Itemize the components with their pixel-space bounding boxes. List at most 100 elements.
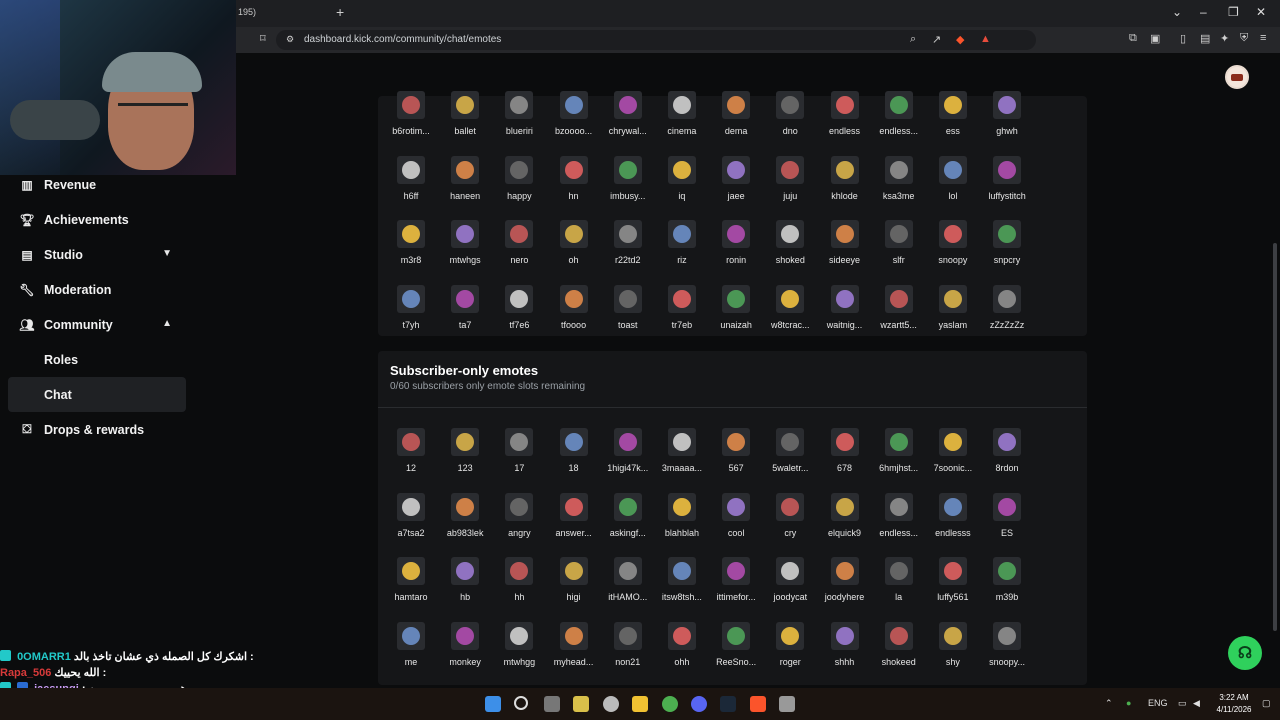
support-chat-button[interactable]: ☊ [1228,636,1262,670]
emote-image[interactable] [938,220,967,248]
emote-item[interactable]: dno [763,84,817,149]
emote-image[interactable] [776,284,805,313]
discord-icon[interactable] [691,696,707,712]
emote-item[interactable]: 12 [384,421,438,486]
emote-image[interactable] [505,155,534,184]
emote-item[interactable]: blueriri [492,84,546,149]
emote-image[interactable] [451,155,480,184]
search-icon[interactable] [514,696,528,710]
emote-image[interactable] [559,621,588,650]
emote-item[interactable]: answer... [547,486,601,551]
emote-image[interactable] [830,428,859,456]
emote-image[interactable] [993,284,1022,313]
emote-item[interactable]: mtwhgg [492,615,546,680]
emote-item[interactable]: w8tcrac... [763,278,817,343]
emote-item[interactable]: snpcry [980,213,1034,278]
emote-item[interactable]: endlesss [926,486,980,551]
emote-item[interactable]: angry [492,486,546,551]
emote-image[interactable] [505,91,534,119]
emote-image[interactable] [667,492,696,521]
tab-list-chevron-icon[interactable]: ⌄ [1172,5,1182,19]
sidebar-item-roles[interactable]: Roles [8,342,186,377]
emote-item[interactable]: happy [492,149,546,214]
emote-image[interactable] [993,91,1022,119]
emote-image[interactable] [451,621,480,650]
emote-image[interactable] [451,284,480,313]
emote-image[interactable] [613,492,642,521]
mic-icon[interactable]: ● [1126,698,1131,708]
emote-item[interactable]: sideeye [818,213,872,278]
emote-item[interactable]: toast [601,278,655,343]
language-indicator[interactable]: ENG [1148,698,1168,708]
zoom-icon[interactable]: ⌕ [910,33,916,46]
emote-item[interactable]: la [872,550,926,615]
emote-image[interactable] [938,492,967,521]
sidebar-item-revenue[interactable]: ▥ Revenue [8,167,186,202]
emote-image[interactable] [505,621,534,650]
emote-item[interactable]: ab983lek [438,486,492,551]
emote-image[interactable] [884,220,913,248]
tray-chevron-icon[interactable]: ⌃ [1105,698,1113,709]
emote-image[interactable] [667,91,696,119]
emote-image[interactable] [993,621,1022,650]
emote-item[interactable]: hh [492,550,546,615]
emote-image[interactable] [613,428,642,456]
emote-item[interactable]: 17 [492,421,546,486]
emote-image[interactable] [776,557,805,585]
emote-image[interactable] [397,91,425,119]
emote-image[interactable] [559,220,588,248]
emote-image[interactable] [559,155,588,184]
emote-item[interactable]: 123 [438,421,492,486]
emote-image[interactable] [613,155,642,184]
emote-item[interactable]: chrywal... [601,84,655,149]
restore-icon[interactable]: ❐ [1228,5,1239,19]
emote-item[interactable]: bzoooo... [547,84,601,149]
emote-image[interactable] [397,428,425,456]
emote-image[interactable] [938,284,967,313]
emote-item[interactable]: imbusy... [601,149,655,214]
emote-image[interactable] [938,155,967,184]
emote-image[interactable] [884,428,913,456]
emote-image[interactable] [884,557,913,585]
emote-image[interactable] [613,91,642,119]
sidebar-item-moderation[interactable]: 🔧︎ Moderation [8,272,186,307]
emote-image[interactable] [505,492,534,521]
emote-item[interactable]: cool [709,486,763,551]
media-icon[interactable]: ▣ [1150,32,1160,45]
emote-image[interactable] [613,621,642,650]
emote-item[interactable]: elquick9 [818,486,872,551]
emote-item[interactable]: endless... [872,486,926,551]
emote-item[interactable]: yaslam [926,278,980,343]
emote-item[interactable]: 7soonic... [926,421,980,486]
emote-item[interactable]: snoopy [926,213,980,278]
emote-item[interactable]: ksa3me [872,149,926,214]
emote-item[interactable]: roger [763,615,817,680]
emote-image[interactable] [722,284,751,313]
emote-image[interactable] [667,557,696,585]
emote-item[interactable]: oh [547,213,601,278]
emote-image[interactable] [722,220,751,248]
emote-item[interactable]: myhead... [547,615,601,680]
emote-item[interactable]: luffystitch [980,149,1034,214]
emote-item[interactable]: jaee [709,149,763,214]
emote-item[interactable]: endless [818,84,872,149]
emote-image[interactable] [884,284,913,313]
app-icon[interactable] [603,696,619,712]
emote-image[interactable] [722,557,751,585]
emote-image[interactable] [830,220,859,248]
wallet-icon[interactable]: ▤ [1200,32,1210,45]
emote-image[interactable] [938,91,967,119]
share-icon[interactable]: ↗ [932,33,941,46]
emote-item[interactable]: shhh [818,615,872,680]
emote-image[interactable] [613,557,642,585]
emote-item[interactable]: a7tsa2 [384,486,438,551]
emote-image[interactable] [397,220,425,248]
emote-item[interactable]: 3maaaa... [655,421,709,486]
emote-image[interactable] [993,492,1022,521]
bookmark-icon[interactable]: ⌑ [260,32,266,45]
chevron-up-icon[interactable]: ▲ [162,318,172,329]
clock[interactable]: 3:22 AM 4/11/2026 [1212,692,1256,716]
emote-image[interactable] [397,621,425,650]
emote-image[interactable] [830,155,859,184]
emote-image[interactable] [776,428,805,456]
